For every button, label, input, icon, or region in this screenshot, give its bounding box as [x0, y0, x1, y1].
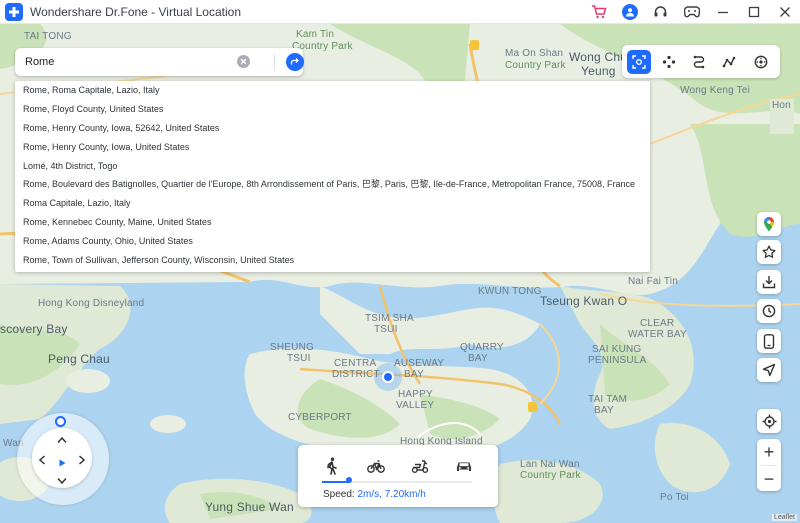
- history-icon[interactable]: [757, 299, 781, 323]
- user-icon[interactable]: [614, 0, 645, 24]
- title-bar: Wondershare Dr.Fone - Virtual Location: [0, 0, 800, 24]
- search-result-item[interactable]: Lomé, 4th District, Togo: [15, 157, 650, 176]
- map-label: Country Park: [505, 60, 566, 71]
- map-label: Wong Keng Tei: [680, 85, 751, 96]
- mode-toolbar: [622, 45, 780, 78]
- play-icon[interactable]: [57, 455, 67, 467]
- gamepad-icon[interactable]: [676, 0, 707, 24]
- map-label: BAY: [594, 405, 614, 416]
- search-result-item[interactable]: Roma Capitale, Lazio, Italy: [15, 194, 650, 213]
- search-result-item[interactable]: Rome, Boulevard des Batignolles, Quartie…: [15, 175, 650, 194]
- search-result-item[interactable]: Rome, Roma Capitale, Lazio, Italy: [15, 81, 650, 100]
- speed-slider-handle[interactable]: [346, 477, 352, 483]
- clear-icon[interactable]: [237, 55, 250, 68]
- arrow-left-icon[interactable]: [36, 454, 48, 466]
- search-result-item[interactable]: Rome, Kennebec County, Maine, United Sta…: [15, 213, 650, 232]
- window-title: Wondershare Dr.Fone - Virtual Location: [30, 4, 242, 19]
- map-label: QUARRY: [460, 342, 504, 353]
- map-label: Yeung: [581, 64, 616, 78]
- map-label: SHEUNG: [270, 342, 314, 353]
- search-results-list: Rome, Roma Capitale, Lazio, Italy Rome, …: [15, 81, 650, 272]
- teleport-mode-icon[interactable]: [627, 50, 651, 74]
- map-label: HAPPY: [398, 389, 433, 400]
- bike-icon[interactable]: [365, 456, 387, 476]
- map-label: scovery Bay: [0, 322, 68, 336]
- search-result-item[interactable]: Rome, Town of Sullivan, Jefferson County…: [15, 251, 650, 270]
- search-bar: [15, 48, 304, 76]
- scooter-icon[interactable]: [409, 456, 431, 476]
- map-label: DISTRICT: [332, 369, 380, 380]
- arrow-up-icon[interactable]: [56, 434, 68, 446]
- map-label: Hong Kong Disneyland: [38, 298, 145, 309]
- map-label: Kam Tin: [296, 29, 335, 40]
- google-maps-icon[interactable]: [757, 212, 781, 236]
- close-icon[interactable]: [769, 0, 800, 24]
- map-label: Ma On Shan: [505, 48, 564, 59]
- joystick-direction-handle[interactable]: [55, 416, 66, 427]
- map-label: WATER BAY: [628, 329, 687, 340]
- search-result-item[interactable]: Rome, Adams County, Ohio, United States: [15, 232, 650, 251]
- search-result-item[interactable]: Rome, Henry County, Iowa, United States: [15, 138, 650, 157]
- minimize-icon[interactable]: [707, 0, 738, 24]
- map-label: TSUI: [287, 353, 311, 364]
- map-label: AUSEWAY: [394, 358, 445, 369]
- map-label: BAY: [468, 353, 488, 364]
- import-gpx-icon[interactable]: [757, 270, 781, 294]
- one-stop-route-icon[interactable]: [687, 50, 711, 74]
- jump-teleport-icon[interactable]: [657, 50, 681, 74]
- zoom-in-button[interactable]: +: [757, 439, 781, 465]
- arrow-down-icon[interactable]: [56, 475, 68, 487]
- map-label: Hon: [772, 100, 791, 111]
- map-label: TAI TAM: [588, 394, 628, 405]
- map-label: BAY: [404, 369, 424, 380]
- cart-icon[interactable]: [583, 0, 614, 24]
- map-label: Lan Nai Wan: [520, 459, 580, 470]
- search-input[interactable]: [23, 55, 227, 69]
- map-label: KWUN TONG: [478, 286, 542, 297]
- map-label: Po Toi: [660, 492, 689, 503]
- search-result-item[interactable]: Rome, Floyd County, United States: [15, 100, 650, 119]
- map-label: Tseung Kwan O: [540, 294, 628, 308]
- arrow-right-icon[interactable]: [76, 454, 88, 466]
- map-label: Nai Fai Tin: [628, 276, 678, 287]
- map-label: Yung Shue Wan: [205, 500, 294, 514]
- navigate-icon[interactable]: [757, 358, 781, 382]
- device-icon[interactable]: [757, 329, 781, 353]
- map-attribution[interactable]: Leaflet: [771, 514, 797, 521]
- map-label: CLEAR: [640, 318, 675, 329]
- map-label: Wong Chu: [569, 50, 628, 64]
- map-label: VALLEY: [396, 400, 435, 411]
- map-label: TSIM SHA: [365, 313, 414, 324]
- search-divider: [274, 54, 275, 70]
- app-logo-icon: [5, 2, 23, 21]
- map-label: SAI KUNG: [592, 344, 642, 355]
- joystick-mode-icon[interactable]: [749, 50, 773, 74]
- speed-readout: Speed: 2m/s, 7.20km/h: [323, 489, 426, 500]
- maximize-icon[interactable]: [738, 0, 769, 24]
- multi-stop-route-icon[interactable]: [717, 50, 741, 74]
- zoom-control: + −: [757, 439, 781, 491]
- speed-panel: Speed: 2m/s, 7.20km/h: [298, 445, 498, 507]
- map-label: Peng Chau: [48, 352, 110, 366]
- map-label: CYBERPORT: [288, 412, 352, 423]
- map-label: PENINSULA: [588, 355, 647, 366]
- favorites-icon[interactable]: [757, 240, 781, 264]
- car-icon[interactable]: [453, 456, 475, 476]
- walk-icon[interactable]: [321, 456, 343, 476]
- map-label: TSUI: [374, 324, 398, 335]
- map-label: CENTRA: [334, 358, 377, 369]
- zoom-out-button[interactable]: −: [757, 466, 781, 492]
- headset-icon[interactable]: [645, 0, 676, 24]
- speed-slider-fill: [322, 481, 349, 483]
- speed-label: Speed:: [323, 489, 355, 500]
- search-result-item[interactable]: Rome, Henry County, Iowa, 52642, United …: [15, 119, 650, 138]
- map-label: TAI TONG: [24, 31, 72, 42]
- go-arrow-icon[interactable]: [286, 53, 304, 71]
- locate-icon[interactable]: [757, 409, 781, 433]
- map-label: Country Park: [520, 470, 581, 481]
- speed-value: 2m/s, 7.20km/h: [357, 489, 426, 500]
